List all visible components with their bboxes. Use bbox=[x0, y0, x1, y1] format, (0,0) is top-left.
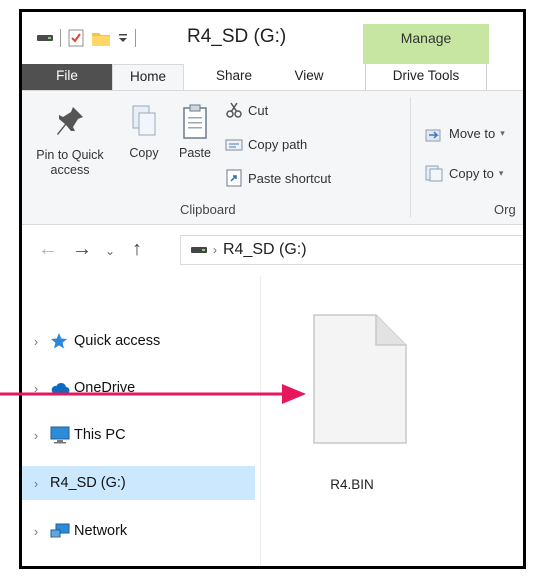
pin-to-quick-access-label: Pin to Quick access bbox=[36, 148, 104, 177]
customize-toolbar-dropdown-icon[interactable] bbox=[117, 32, 129, 44]
copy-to-dropdown-icon[interactable]: ▾ bbox=[499, 168, 504, 179]
cut-label: Cut bbox=[248, 102, 269, 118]
file-list-pane: R4.BIN bbox=[262, 276, 523, 566]
tab-file[interactable]: File bbox=[22, 64, 112, 90]
expand-chevron-icon[interactable]: › bbox=[22, 524, 50, 539]
sidebar-item-network[interactable]: › Network bbox=[22, 514, 255, 548]
toolbar-separator bbox=[60, 29, 61, 47]
copy-button[interactable]: Copy bbox=[122, 103, 166, 160]
ribbon-tabs: File Home Share View Drive Tools bbox=[22, 64, 523, 90]
ribbon-home: Pin to Quick access Copy Paste Cut Copy … bbox=[22, 90, 523, 225]
back-arrow-icon[interactable]: ← bbox=[38, 238, 58, 261]
sidebar-item-label: Network bbox=[74, 523, 128, 539]
pin-to-quick-access-button[interactable]: Pin to Quick access bbox=[24, 103, 116, 178]
drive-icon bbox=[191, 247, 207, 253]
navigation-bar: ← → ⌄ ↑ › R4_SD (G:) bbox=[22, 225, 523, 275]
drive-icon[interactable] bbox=[36, 33, 54, 43]
tab-view[interactable]: View bbox=[276, 64, 342, 90]
move-to-dropdown-icon[interactable]: ▾ bbox=[500, 128, 505, 139]
breadcrumb-item[interactable]: R4_SD (G:) bbox=[223, 241, 307, 259]
copy-path-icon bbox=[225, 139, 243, 150]
star-icon bbox=[50, 332, 74, 350]
quick-access-toolbar bbox=[36, 28, 136, 48]
navigation-pane: › Quick access › OneDrive › This PC › R4… bbox=[22, 276, 261, 566]
sidebar-item-quick-access[interactable]: › Quick access bbox=[22, 324, 255, 358]
sidebar-item-label: R4_SD (G:) bbox=[50, 475, 126, 491]
clipboard-group-label: Clipboard bbox=[180, 202, 236, 217]
sidebar-item-r4-sd[interactable]: › R4_SD (G:) bbox=[22, 466, 255, 500]
window-title: R4_SD (G:) bbox=[187, 26, 287, 47]
new-folder-icon[interactable] bbox=[91, 29, 111, 47]
sidebar-item-this-pc[interactable]: › This PC bbox=[22, 418, 255, 452]
file-name: R4.BIN bbox=[330, 477, 374, 492]
breadcrumb-chevron-icon[interactable]: › bbox=[213, 243, 217, 257]
tab-home[interactable]: Home bbox=[112, 64, 184, 90]
annotation-arrow bbox=[0, 384, 306, 404]
properties-icon[interactable] bbox=[67, 28, 85, 48]
address-bar[interactable]: › R4_SD (G:) bbox=[180, 235, 523, 265]
explorer-window: R4_SD (G:) Manage File Home Share View D… bbox=[19, 9, 526, 569]
copy-path-button[interactable]: Copy path bbox=[225, 137, 307, 152]
computer-icon bbox=[50, 426, 74, 444]
forward-arrow-icon[interactable]: → bbox=[72, 238, 92, 261]
copy-to-icon bbox=[425, 165, 443, 182]
copy-to-button[interactable]: Copy to ▾ bbox=[424, 164, 503, 182]
cut-button[interactable]: Cut bbox=[225, 101, 268, 119]
manage-context-tab[interactable]: Manage bbox=[363, 24, 489, 64]
paste-button[interactable]: Paste bbox=[171, 103, 219, 160]
blank-file-icon[interactable] bbox=[312, 313, 408, 445]
paste-icon bbox=[183, 104, 207, 139]
copy-path-label: Copy path bbox=[248, 137, 308, 152]
scissors-icon bbox=[226, 102, 242, 118]
paste-shortcut-icon bbox=[226, 169, 242, 187]
copy-icon bbox=[132, 105, 156, 136]
tab-drive-tools[interactable]: Drive Tools bbox=[365, 64, 487, 90]
tab-share[interactable]: Share bbox=[202, 64, 266, 90]
move-to-label: Move to bbox=[449, 125, 496, 141]
copy-label: Copy bbox=[129, 146, 159, 160]
network-icon bbox=[50, 522, 74, 540]
sidebar-item-label: Quick access bbox=[74, 333, 161, 349]
expand-chevron-icon[interactable]: › bbox=[22, 428, 50, 443]
ribbon-group-separator bbox=[410, 97, 411, 217]
recent-locations-chevron-icon[interactable]: ⌄ bbox=[105, 244, 115, 258]
paste-label: Paste bbox=[179, 146, 211, 160]
toolbar-separator bbox=[135, 29, 136, 47]
copy-to-label: Copy to bbox=[449, 165, 494, 181]
expand-chevron-icon[interactable]: › bbox=[22, 476, 50, 491]
title-bar: R4_SD (G:) Manage bbox=[22, 12, 523, 64]
organize-group-label: Org bbox=[494, 202, 516, 217]
paste-shortcut-label: Paste shortcut bbox=[248, 170, 332, 186]
move-to-icon bbox=[425, 129, 441, 142]
expand-chevron-icon[interactable]: › bbox=[22, 334, 50, 349]
move-to-button[interactable]: Move to ▾ bbox=[424, 124, 505, 142]
pin-icon bbox=[57, 107, 83, 135]
up-arrow-icon[interactable]: ↑ bbox=[132, 238, 142, 261]
paste-shortcut-button[interactable]: Paste shortcut bbox=[225, 169, 331, 187]
sidebar-item-label: This PC bbox=[74, 427, 126, 443]
